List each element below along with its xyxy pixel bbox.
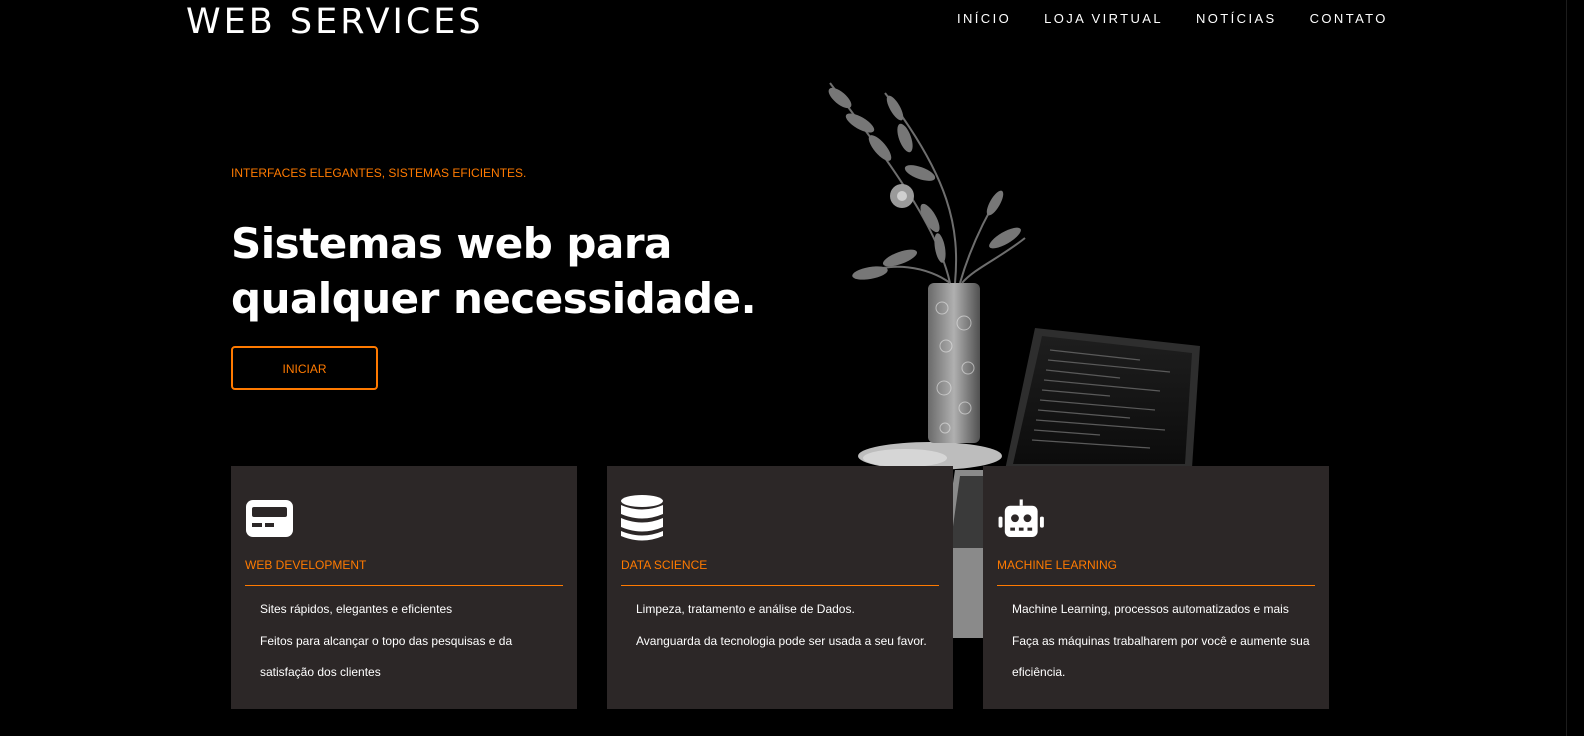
card-text-line: Machine Learning, processos automatizado… (1012, 602, 1289, 616)
card-text-list: Machine Learning, processos automatizado… (1012, 594, 1312, 689)
hero-eyebrow: INTERFACES ELEGANTES, SISTEMAS EFICIENTE… (231, 166, 527, 180)
nav-link-noticias[interactable]: NOTÍCIAS (1196, 11, 1277, 27)
card-title: DATA SCIENCE (621, 558, 708, 572)
service-card-data-science: DATA SCIENCE Limpeza, tratamento e análi… (607, 466, 953, 709)
card-text-list: Sites rápidos, elegantes e eficientes Fe… (260, 594, 560, 689)
site-logo[interactable]: WEB SERVICES (186, 2, 484, 42)
card-divider (245, 585, 563, 586)
card-text-line: Limpeza, tratamento e análise de Dados. (636, 602, 855, 616)
service-card-web-development: WEB DEVELOPMENT Sites rápidos, elegantes… (231, 466, 577, 709)
database-icon (621, 495, 663, 541)
nav-link-loja-virtual[interactable]: LOJA VIRTUAL (1044, 11, 1163, 27)
start-button[interactable]: INICIAR (231, 346, 378, 390)
robot-icon (998, 499, 1044, 537)
card-title: MACHINE LEARNING (997, 558, 1118, 572)
hero-headline: Sistemas web para qualquer necessidade. (231, 216, 791, 326)
card-device-icon (246, 500, 293, 537)
card-divider (621, 585, 939, 586)
hero-headline-line2: qualquer necessidade. (231, 274, 757, 323)
card-title: WEB DEVELOPMENT (245, 558, 367, 572)
card-text-line: Avanguarda da tecnologia pode ser usada … (636, 633, 927, 648)
main-nav: INÍCIO LOJA VIRTUAL NOTÍCIAS CONTATO (957, 11, 1388, 27)
hero-headline-line1: Sistemas web para (231, 219, 672, 268)
card-text-line: Faça as máquinas trabalharem por você e … (1012, 633, 1310, 680)
plant (829, 82, 1026, 284)
vase (928, 283, 980, 443)
service-card-machine-learning: MACHINE LEARNING Machine Learning, proce… (983, 466, 1329, 709)
card-divider (997, 585, 1315, 586)
nav-link-inicio[interactable]: INÍCIO (957, 11, 1011, 27)
card-text-list: Limpeza, tratamento e análise de Dados. … (636, 594, 936, 657)
page-scrollbar[interactable] (1566, 0, 1584, 736)
nav-link-contato[interactable]: CONTATO (1310, 11, 1388, 27)
card-text-line: Sites rápidos, elegantes e eficientes (260, 602, 453, 616)
card-text-line: Feitos para alcançar o topo das pesquisa… (260, 633, 513, 680)
